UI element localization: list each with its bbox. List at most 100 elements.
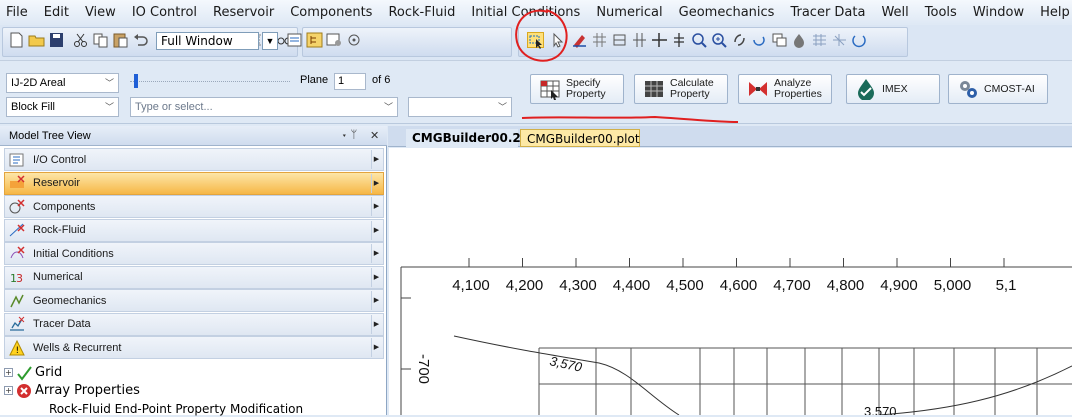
select-mode-icon[interactable] [527,32,544,49]
specify-property-label: Specify Property [566,77,606,100]
block-edit-icon[interactable] [611,32,628,48]
tree-node-label: Grid [35,365,63,380]
expand-arrow-icon[interactable]: ▶ [371,314,381,334]
refine-icon[interactable] [831,32,848,48]
window-mode-select[interactable]: Full Window [156,32,259,50]
grid-edit-icon[interactable] [591,32,608,48]
nav-section-label: Initial Conditions [33,247,114,260]
menu-view[interactable]: View [85,5,116,20]
x-tick-label: 4,700 [773,277,811,294]
nav-section-i-o-control[interactable]: I/O Control ▶ [4,148,384,171]
menu-rock-fluid[interactable]: Rock-Fluid [388,5,455,20]
tree-node[interactable]: Rock-Fluid End-Point Property Modificati… [4,400,303,417]
plane-slider-thumb[interactable] [134,74,138,88]
expand-arrow-icon[interactable]: ▶ [371,197,381,216]
cut-icon[interactable] [72,32,89,48]
menu-numerical[interactable]: Numerical [596,5,662,20]
cmost-ai-button[interactable]: CMOST-AI [948,74,1048,104]
target-icon[interactable] [346,32,363,48]
copy-window-icon[interactable] [771,32,788,48]
properties-icon[interactable] [286,32,303,48]
menu-file[interactable]: File [6,5,28,20]
tree-node-label: Array Properties [35,383,140,398]
nav-section-initial-conditions[interactable]: Initial Conditions ▶ [4,242,384,265]
tab-cmgbuilder00-2d[interactable]: CMGBuilder00.2D [406,129,531,147]
menu-help[interactable]: Help [1040,5,1070,20]
undo-icon[interactable] [132,32,149,48]
x-tick-label: 4,500 [666,277,704,294]
analyze-properties-button[interactable]: Analyze Properties [738,74,832,104]
zoom-icon[interactable] [691,32,708,48]
paste-icon[interactable] [112,32,129,48]
imex-button[interactable]: IMEX [846,74,940,104]
menu-tools[interactable]: Tools [925,5,957,20]
nav-section-numerical[interactable]: 1 3 Numerical ▶ [4,265,384,289]
draw-icon[interactable] [571,32,588,48]
nav-section-tracer-data[interactable]: Tracer Data ▶ [4,312,384,336]
pointer-icon[interactable] [549,32,566,48]
move-vertical-icon[interactable] [671,32,688,48]
geomechanics-icon [10,294,24,307]
nav-section-geomechanics[interactable]: Geomechanics ▶ [4,289,384,312]
open-folder-icon[interactable] [28,32,45,48]
property-ribbon: IJ-2D Areal ﹀ Block Fill ﹀ Plane 1 of 6 … [0,62,1072,124]
nav-section-label: Rock-Fluid [33,224,86,236]
window-gear-icon[interactable] [326,32,343,48]
tree-node[interactable]: + Array Properties [4,382,140,399]
save-icon[interactable] [48,32,65,48]
expand-arrow-icon[interactable]: ▶ [371,291,381,310]
x-tick-label: 4,900 [880,277,918,294]
expand-arrow-icon[interactable]: ▶ [371,173,381,193]
copy-icon[interactable] [92,32,109,48]
plane-input[interactable]: 1 [334,73,366,90]
chevron-down-icon: ﹀ [497,102,507,112]
nav-section-label: Tracer Data [33,318,91,330]
menu-tracer-data[interactable]: Tracer Data [790,5,865,20]
rotate-icon[interactable] [751,32,768,48]
grid-plot-area[interactable]: 4,100 4,200 4,300 4,400 4,500 4,600 4,700 4,800… [389,148,1072,415]
contour-line [878,365,1072,415]
tree-node-label: Rock-Fluid End-Point Property Modificati… [49,401,304,416]
nav-section-components[interactable]: Components ▶ [4,195,384,218]
expand-arrow-icon[interactable]: ▶ [371,244,381,263]
menu-well[interactable]: Well [881,5,908,20]
property-type-input: Type or select... [135,101,213,113]
zoom-in-icon[interactable] [711,32,728,48]
nav-section-reservoir[interactable]: Reservoir ▶ [4,171,384,195]
menu-window[interactable]: Window [973,5,1024,20]
menu-geomechanics[interactable]: Geomechanics [679,5,775,20]
undo-view-icon[interactable] [851,32,868,48]
move-icon[interactable] [651,32,668,48]
new-file-icon[interactable] [8,32,25,48]
mesh-icon[interactable] [811,32,828,48]
expand-arrow-icon[interactable]: ▶ [371,267,381,287]
fill-mode-select[interactable]: Block Fill ﹀ [6,97,119,117]
pin-icon[interactable]: ▾ ᛘ [341,129,357,141]
nav-section-wells-recurrent[interactable]: ! Wells & Recurrent ▶ [4,336,384,359]
menu-io-control[interactable]: IO Control [132,5,197,20]
plane-slider-track[interactable] [130,81,290,82]
close-icon[interactable]: ✕ [370,129,379,142]
specify-property-button[interactable]: Specify Property [530,74,624,104]
split-icon[interactable] [631,32,648,48]
menu-initial-conditions[interactable]: Initial Conditions [471,5,580,20]
menu-edit[interactable]: Edit [44,5,69,20]
expand-plus-icon[interactable]: + [4,386,13,395]
view-mode-select[interactable]: IJ-2D Areal ﹀ [6,73,119,93]
chevron-down-icon[interactable]: ▼ [262,32,278,50]
property-type-combo[interactable]: Type or select... ﹀ [130,97,398,117]
property-value-combo[interactable]: ﹀ [408,97,512,117]
menu-reservoir[interactable]: Reservoir [213,5,274,20]
calculate-property-button[interactable]: Calculate Property [634,74,728,104]
expand-arrow-icon[interactable]: ▶ [371,338,381,357]
drop-icon[interactable] [791,32,808,48]
tree-node[interactable]: + Grid [4,364,62,381]
expand-arrow-icon[interactable]: ▶ [371,150,381,169]
tab-cmgbuilder00-plot[interactable]: CMGBuilder00.plot [520,129,640,147]
menu-components[interactable]: Components [290,5,372,20]
pan-icon[interactable] [731,32,748,48]
nav-section-rock-fluid[interactable]: Rock-Fluid ▶ [4,218,384,242]
expand-plus-icon[interactable]: + [4,368,13,377]
expand-arrow-icon[interactable]: ▶ [371,220,381,240]
tree-toggle-icon[interactable] [306,32,323,48]
